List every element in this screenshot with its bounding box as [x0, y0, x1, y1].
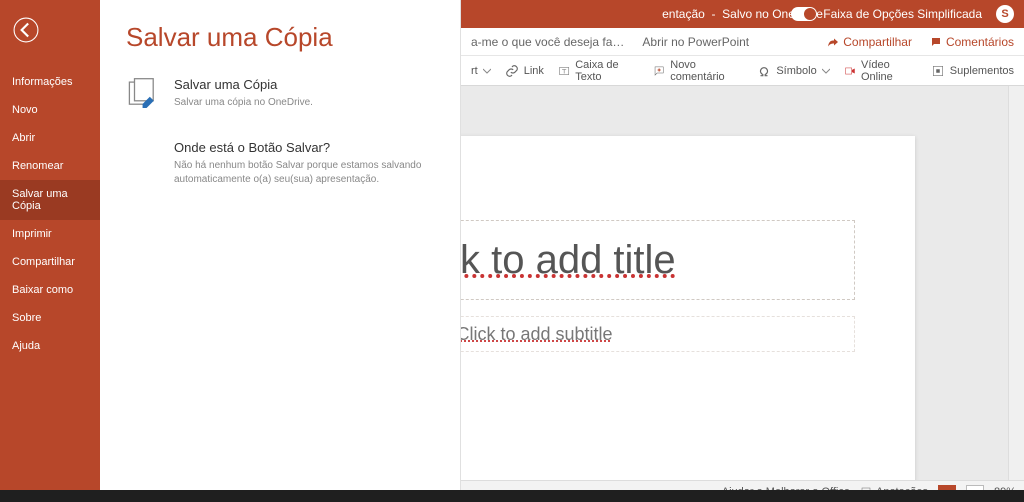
toolbar-addins[interactable]: Suplementos: [931, 64, 1014, 78]
comments-button[interactable]: Comentários: [930, 35, 1014, 49]
ribbon-toolbar: rt Link Caixa de Texto Novo comentário S…: [461, 56, 1024, 86]
symbol-icon: [757, 64, 771, 78]
skype-icon[interactable]: S: [996, 5, 1014, 23]
toolbar-symbol-label: Símbolo: [776, 65, 816, 77]
toolbar-rt-label: rt: [471, 65, 478, 77]
share-button[interactable]: Compartilhar: [827, 35, 912, 49]
bottom-strip: [100, 490, 1024, 502]
toolbar-link-label: Link: [524, 65, 544, 77]
toolbar-addins-label: Suplementos: [950, 65, 1014, 77]
document-title: entação: [662, 7, 705, 21]
video-icon: [844, 64, 856, 78]
link-icon: [505, 64, 519, 78]
rail-item-ajuda[interactable]: Ajuda: [0, 332, 100, 360]
rail-item-compartilhar[interactable]: Compartilhar: [0, 248, 100, 276]
toolbar-textbox-label: Caixa de Texto: [575, 59, 639, 83]
slide-workspace: Click to add title Click to add subtitle: [461, 86, 1024, 480]
back-arrow-icon: [13, 17, 39, 43]
back-button[interactable]: [6, 10, 46, 50]
toolbar-online-video[interactable]: Vídeo Online: [844, 59, 917, 83]
simplified-ribbon-label: Faixa de Opções Simplificada: [823, 7, 982, 21]
toolbar-textbox[interactable]: Caixa de Texto: [558, 59, 639, 83]
rail-item-baixar-como[interactable]: Baixar como: [0, 276, 100, 304]
backstage-rail: Informações Novo Abrir Renomear Salvar u…: [0, 0, 100, 490]
toolbar-rt[interactable]: rt: [471, 65, 491, 77]
where-save-entry: Onde está o Botão Salvar? Não há nenhum …: [126, 140, 434, 186]
subtitle-placeholder[interactable]: Click to add subtitle: [461, 316, 855, 352]
toolbar-symbol[interactable]: Símbolo: [757, 64, 829, 78]
rail-item-abrir[interactable]: Abrir: [0, 124, 100, 152]
title-sep: -: [708, 7, 722, 21]
save-copy-icon: [126, 77, 160, 114]
chevron-down-icon: [822, 67, 830, 75]
toolbar-online-video-label: Vídeo Online: [861, 59, 917, 83]
comment-icon: [930, 36, 942, 48]
save-copy-title: Salvar uma Cópia: [174, 77, 313, 92]
chevron-down-icon: [483, 67, 491, 75]
panel-heading: Salvar uma Cópia: [126, 22, 434, 53]
share-icon: [827, 36, 839, 48]
tell-me-input[interactable]: a-me o que você deseja fa…: [471, 35, 624, 49]
vertical-scrollbar[interactable]: [1008, 86, 1024, 480]
new-comment-icon: [653, 64, 665, 78]
save-copy-desc: Salvar uma cópia no OneDrive.: [174, 96, 313, 110]
save-copy-entry[interactable]: Salvar uma Cópia Salvar uma cópia no One…: [126, 77, 434, 114]
comments-label: Comentários: [946, 35, 1014, 49]
simplified-ribbon-toggle[interactable]: Faixa de Opções Simplificada: [791, 7, 982, 21]
backstage-panel: Salvar uma Cópia Salvar uma Cópia Salvar…: [100, 0, 461, 490]
slide-canvas[interactable]: Click to add title Click to add subtitle: [461, 136, 915, 480]
rail-item-sobre[interactable]: Sobre: [0, 304, 100, 332]
addins-icon: [931, 64, 945, 78]
rail-item-informacoes[interactable]: Informações: [0, 68, 100, 96]
rail-item-imprimir[interactable]: Imprimir: [0, 220, 100, 248]
open-in-desktop-link[interactable]: Abrir no PowerPoint: [642, 35, 749, 49]
share-label: Compartilhar: [843, 35, 912, 49]
textbox-icon: [558, 64, 570, 78]
rail-item-renomear[interactable]: Renomear: [0, 152, 100, 180]
ribbon-row-tabs: a-me o que você deseja fa… Abrir no Powe…: [461, 28, 1024, 56]
where-save-title: Onde está o Botão Salvar?: [174, 140, 434, 155]
where-save-desc: Não há nenhum botão Salvar porque estamo…: [174, 159, 434, 186]
toolbar-link[interactable]: Link: [505, 64, 544, 78]
toolbar-new-comment[interactable]: Novo comentário: [653, 59, 743, 83]
title-bar: entação - Salvo no OneDrive Faixa de Opç…: [461, 0, 1024, 28]
rail-bottom-strip: [0, 490, 100, 502]
rail-item-novo[interactable]: Novo: [0, 96, 100, 124]
rail-item-salvar-copia[interactable]: Salvar uma Cópia: [0, 180, 100, 220]
title-placeholder[interactable]: Click to add title: [461, 220, 855, 300]
toolbar-new-comment-label: Novo comentário: [670, 59, 743, 83]
